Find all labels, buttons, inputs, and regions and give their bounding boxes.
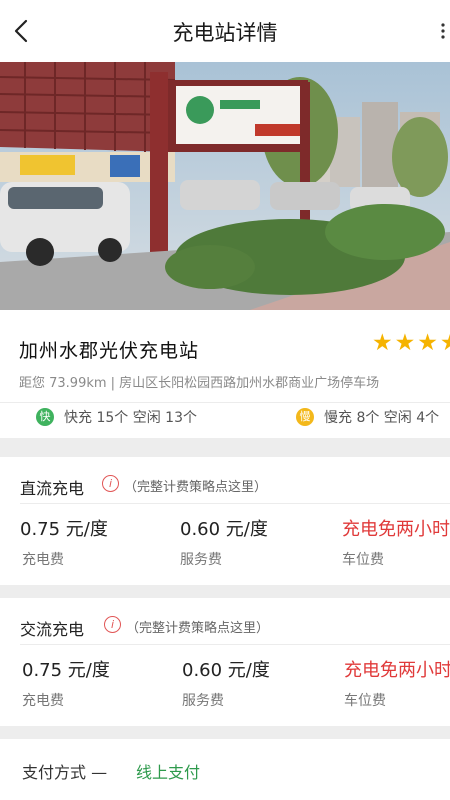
fast-charge-badge: 快 [36,408,54,426]
dc-charge-fee-label: 充电费 [22,552,64,568]
divider [0,402,450,403]
star-icon: ★ [417,330,438,356]
star-icon: ★ [372,330,393,356]
info-icon[interactable]: i [102,475,119,492]
divider [20,503,450,504]
ac-title: 交流充电 [20,620,85,639]
dc-pricing-card: 直流充电 i （完整计费策略点这里） 0.75 元/度 充电费 0.60 元/度… [0,457,450,585]
ac-service-fee-value: 0.60 元/度 [182,660,270,681]
star-icon: ★ [394,330,416,356]
info-icon[interactable]: i [104,616,121,633]
dc-charge-fee-value: 0.75 元/度 [20,519,108,540]
ac-charge-fee-label: 充电费 [22,693,64,709]
ac-charge-fee-value: 0.75 元/度 [22,660,110,681]
ac-service-fee-label: 服务费 [182,693,224,709]
payment-method-label: 支付方式 — [22,763,108,782]
station-name: 加州水郡光伏充电站 [19,340,200,362]
slow-charge-count: 慢充 8个 空闲 4个 [324,410,440,426]
ac-parking-fee-value: 充电免两小时 [344,660,450,681]
top-bar: 充电站详情 [0,0,450,62]
divider [20,644,450,645]
page-title: 充电站详情 [172,21,278,45]
payment-method-card: 支付方式 — 线上支付 [0,739,450,800]
station-address[interactable]: 距您 73.99km | 房山区长阳松园西路加州水郡商业广场停车场 [19,372,379,391]
station-info-card: 加州水郡光伏充电站 ★★★★ 距您 73.99km | 房山区长阳松园西路加州水… [0,310,450,438]
dc-service-fee-label: 服务费 [180,552,222,568]
payment-method-value: 线上支付 [136,763,201,782]
ac-pricing-link[interactable]: （完整计费策略点这里） [126,617,269,636]
dc-parking-fee-value: 充电免两小时 [342,519,450,540]
dc-pricing-link[interactable]: （完整计费策略点这里） [124,476,267,495]
fast-charge-count: 快充 15个 空闲 13个 [64,410,197,426]
dc-title: 直流充电 [20,479,85,498]
ac-pricing-card: 交流充电 i （完整计费策略点这里） 0.75 元/度 充电费 0.60 元/度… [0,598,450,726]
star-icon: ★ [440,330,450,356]
slow-charge-badge: 慢 [296,408,314,426]
rating-stars: ★★★★ [372,330,450,356]
station-photo[interactable] [0,62,450,310]
dc-parking-fee-label: 车位费 [342,552,384,568]
ac-parking-fee-label: 车位费 [344,693,386,709]
station-photo-image [0,62,450,310]
dc-service-fee-value: 0.60 元/度 [180,519,268,540]
more-vertical-icon[interactable] [440,22,446,40]
